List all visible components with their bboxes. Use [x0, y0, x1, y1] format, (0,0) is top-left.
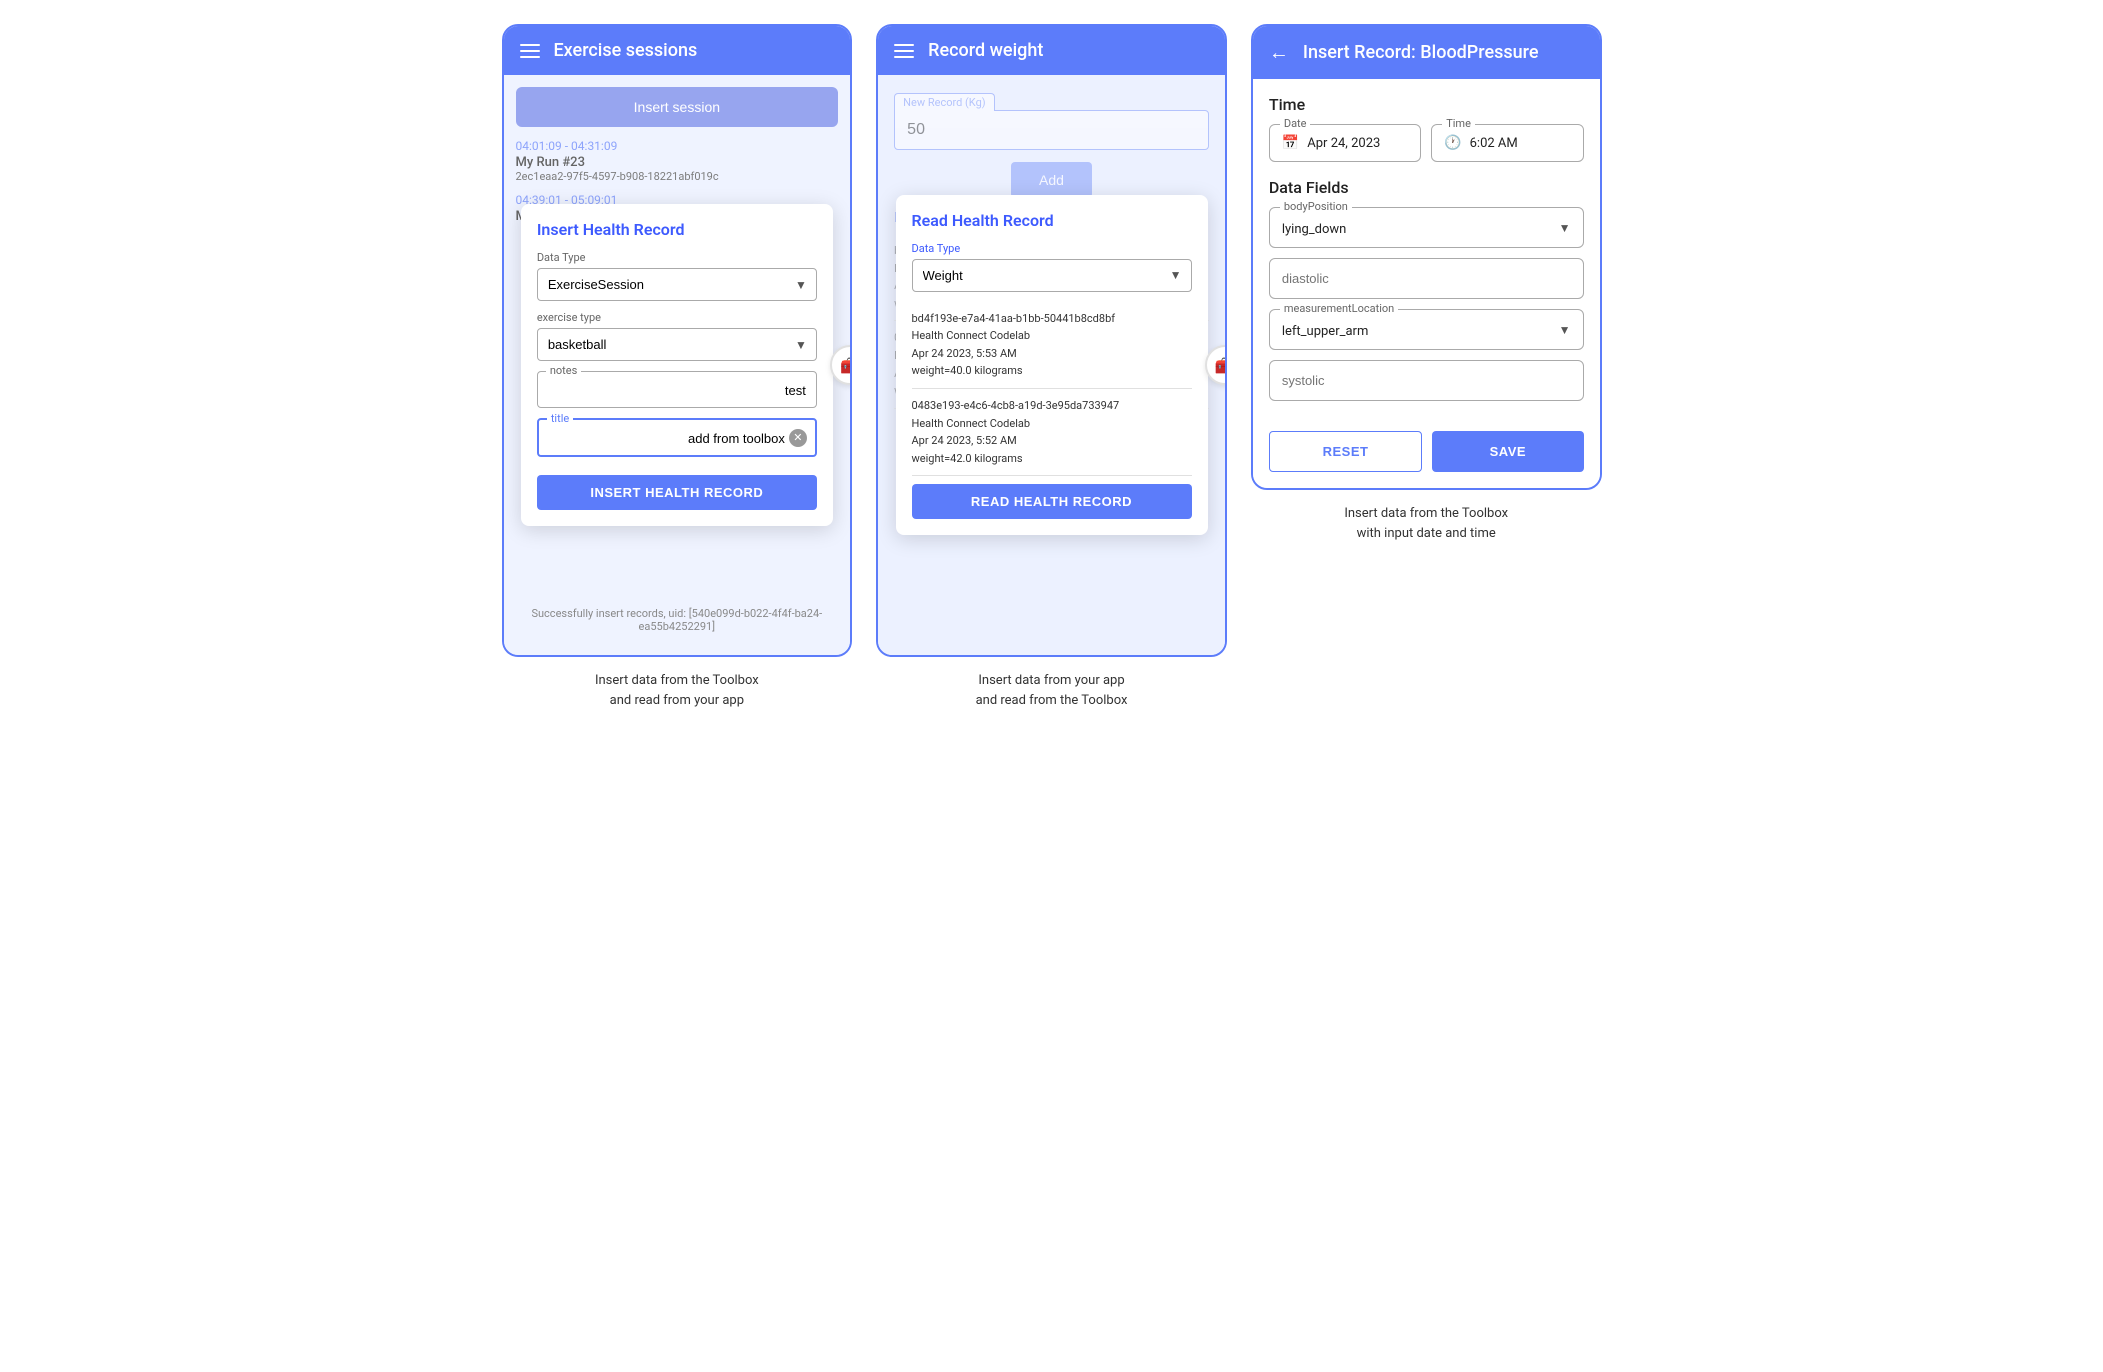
measurement-location-value: left_upper_arm	[1282, 324, 1369, 339]
toolbox-icon-1: 🧰	[840, 356, 852, 375]
time-field[interactable]: Time 🕐 6:02 AM	[1431, 124, 1583, 162]
screen2-title: Record weight	[928, 40, 1043, 61]
data-type-label: Data Type	[537, 251, 817, 264]
data-type-label-2: Data Type	[912, 242, 1192, 255]
reset-button[interactable]: RESET	[1269, 431, 1422, 472]
measurement-location-label: measurementLocation	[1280, 302, 1398, 315]
screen1-body: Insert session 04:01:09 - 04:31:09 My Ru…	[504, 75, 851, 655]
title-input[interactable]	[549, 431, 785, 446]
systolic-input[interactable]	[1269, 360, 1584, 401]
data-type-select-2[interactable]: Weight	[912, 259, 1192, 292]
body-position-label: bodyPosition	[1280, 200, 1352, 213]
body-position-arrow-icon: ▼	[1559, 221, 1571, 235]
clear-title-button[interactable]: ✕	[789, 429, 807, 447]
screen1-header: Exercise sessions	[504, 26, 851, 75]
time-section-label: Time	[1269, 95, 1584, 114]
screen2-header: Record weight	[878, 26, 1225, 75]
exercise-type-label: exercise type	[537, 311, 817, 324]
measurement-location-group[interactable]: measurementLocation left_upper_arm ▼	[1269, 309, 1584, 350]
screen1-title: Exercise sessions	[554, 40, 698, 61]
hamburger-icon[interactable]	[520, 44, 540, 58]
data-fields-label: Data Fields	[1269, 178, 1584, 197]
toolbox-fab-1[interactable]: 🧰	[830, 345, 852, 385]
data-type-field-group-2: Data Type Weight ▼	[912, 242, 1192, 292]
body-position-group[interactable]: bodyPosition lying_down ▼	[1269, 207, 1584, 248]
screen3-body: Time Date 📅 Apr 24, 2023 Time 🕐 6:02 AM …	[1253, 79, 1600, 488]
modal-measurement-2: 0483e193-e4c6-4cb8-a19d-3e95da733947 Hea…	[912, 389, 1192, 476]
notes-input[interactable]	[548, 383, 806, 398]
measurement-location-arrow-icon: ▼	[1559, 323, 1571, 337]
date-value: Apr 24, 2023	[1307, 136, 1380, 151]
toolbox-icon-2: 🧰	[1215, 356, 1227, 375]
notes-field-group: notes	[537, 371, 817, 408]
date-time-row: Date 📅 Apr 24, 2023 Time 🕐 6:02 AM	[1269, 124, 1584, 162]
time-label: Time	[1442, 117, 1475, 130]
read-health-record-modal: Read Health Record Data Type Weight ▼	[896, 195, 1208, 536]
toolbox-fab-2[interactable]: 🧰	[1205, 345, 1227, 385]
date-field[interactable]: Date 📅 Apr 24, 2023	[1269, 124, 1421, 162]
time-value: 6:02 AM	[1470, 136, 1518, 151]
body-position-value: lying_down	[1282, 222, 1347, 237]
exercise-type-field-group: exercise type basketball ▼	[537, 311, 817, 361]
insert-health-record-button[interactable]: INSERT HEALTH RECORD	[537, 475, 817, 510]
screen2-caption: Insert data from your app and read from …	[976, 671, 1128, 710]
date-label: Date	[1280, 117, 1311, 130]
data-type-field-group: Data Type ExerciseSession ▼	[537, 251, 817, 301]
screen2-body: New Record (Kg) Add Previous Measurement…	[878, 75, 1225, 655]
screen3-caption: Insert data from the Toolbox with input …	[1344, 504, 1508, 543]
modal-title-2: Read Health Record	[912, 211, 1192, 230]
read-health-record-button[interactable]: READ HEALTH RECORD	[912, 484, 1192, 519]
back-icon[interactable]: ←	[1269, 40, 1289, 65]
data-type-select[interactable]: ExerciseSession	[537, 268, 817, 301]
screen1-caption: Insert data from the Toolbox and read fr…	[595, 671, 759, 710]
notes-label: notes	[546, 364, 581, 377]
screen3-header: ← Insert Record: BloodPressure	[1253, 26, 1600, 79]
bp-footer: RESET SAVE	[1269, 431, 1584, 472]
modal-overlay-2: Read Health Record Data Type Weight ▼	[878, 75, 1225, 655]
modal-measurement-1: bd4f193e-e7a4-41aa-b1bb-50441b8cd8bf Hea…	[912, 302, 1192, 389]
insert-health-record-modal: Insert Health Record Data Type ExerciseS…	[521, 204, 833, 526]
clock-icon: 🕐	[1444, 135, 1461, 151]
title-label: title	[547, 412, 573, 425]
diastolic-input[interactable]	[1269, 258, 1584, 299]
exercise-type-select[interactable]: basketball	[537, 328, 817, 361]
screen3-title: Insert Record: BloodPressure	[1303, 42, 1539, 63]
save-button[interactable]: SAVE	[1432, 431, 1583, 472]
modal-title-1: Insert Health Record	[537, 220, 817, 239]
modal-overlay-1: Insert Health Record Data Type ExerciseS…	[504, 75, 851, 655]
calendar-icon: 📅	[1282, 135, 1299, 151]
title-field-group: title ✕	[537, 418, 817, 457]
hamburger-icon-2[interactable]	[894, 44, 914, 58]
